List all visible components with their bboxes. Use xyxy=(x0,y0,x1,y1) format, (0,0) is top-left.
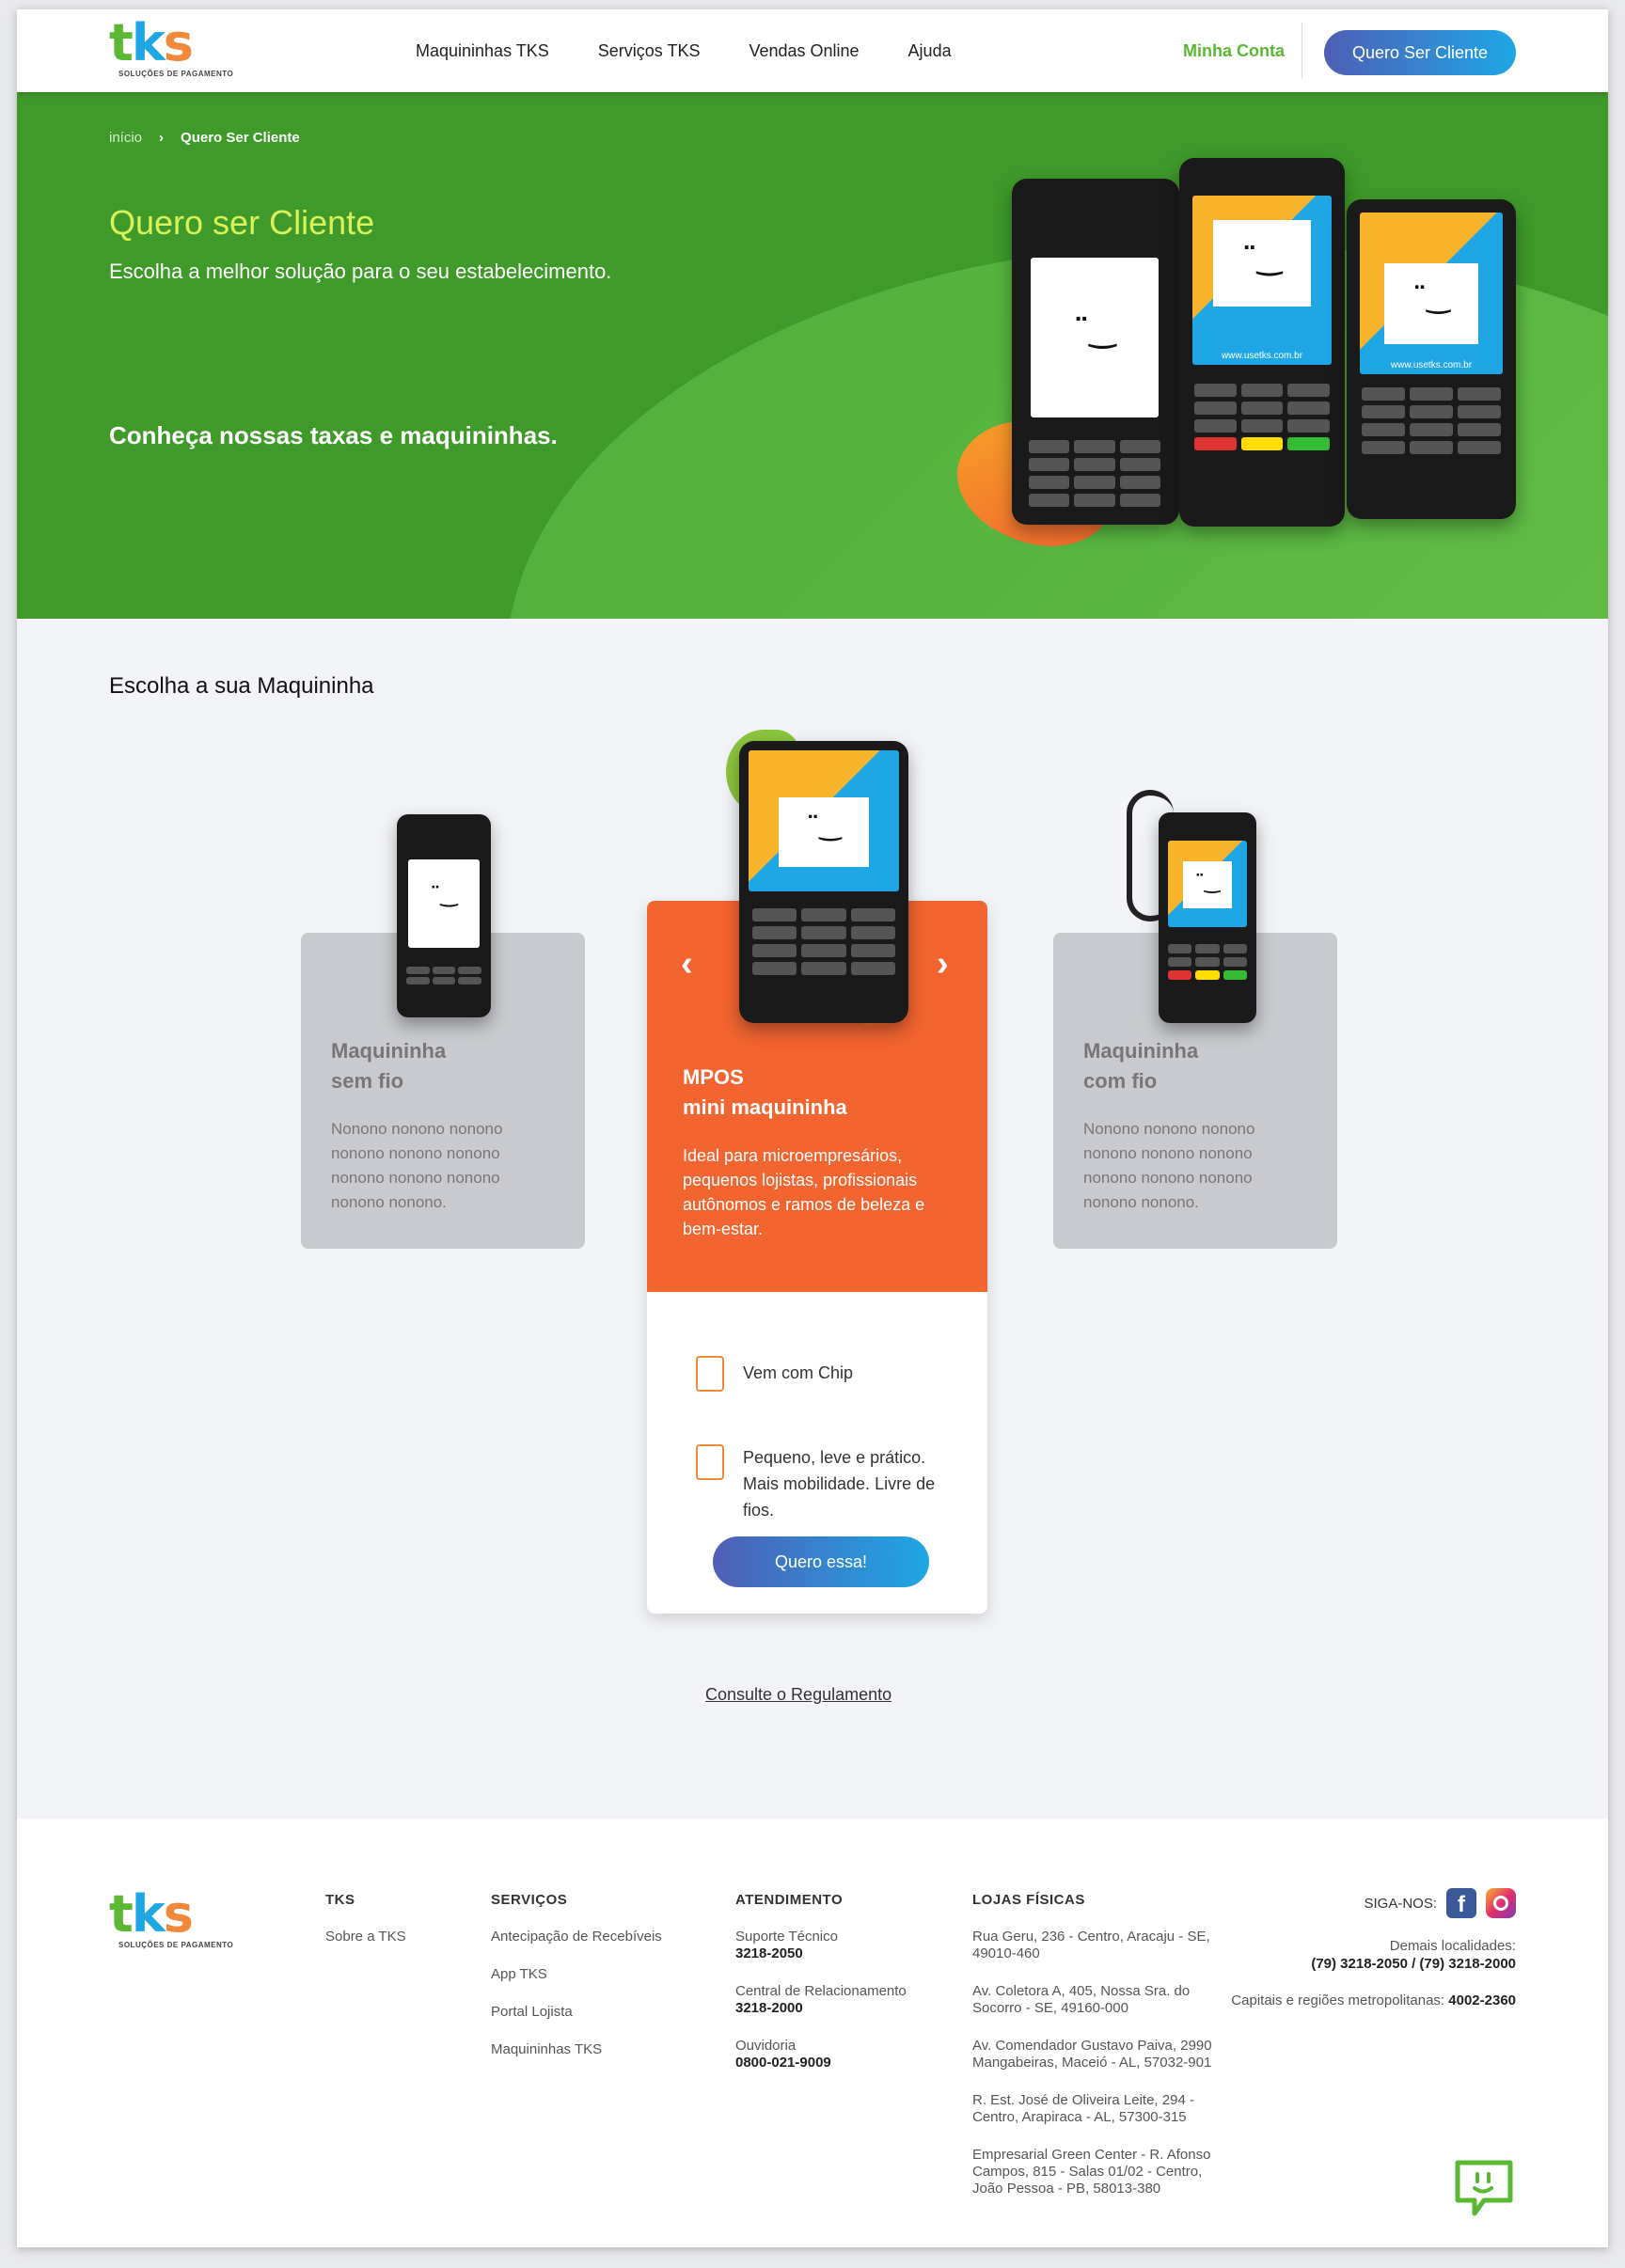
feature-chip: Vem com Chip xyxy=(696,1356,955,1392)
chevron-left-icon[interactable]: ‹ xyxy=(681,944,693,984)
mpos-device-image: ¨‿ xyxy=(739,741,908,1023)
pos-sem-fio-image: ¨‿ xyxy=(397,814,491,1017)
chat-icon[interactable] xyxy=(1452,2157,1516,2221)
footer-col-servicos: SERVIÇOS Antecipação de Recebíveis App T… xyxy=(491,1892,662,2058)
store-address: Empresarial Green Center - R. Afonso Cam… xyxy=(972,2147,1211,2197)
device-url: www.usetks.com.br xyxy=(1390,360,1473,370)
pos-device-2-image: ¨‿ www.usetks.com.br xyxy=(1179,158,1345,527)
card-description: Nonono nonono nonono nonono nonono nonon… xyxy=(1083,1120,1255,1211)
card-description: Ideal para microempresários, pequenos lo… xyxy=(683,1146,925,1238)
card-title: MPOS mini maquininha xyxy=(683,1065,847,1119)
minha-conta-link[interactable]: Minha Conta xyxy=(1183,41,1285,61)
phone-contacts: Demais localidades: (79) 3218-2050 / (79)… xyxy=(1231,1938,1516,2008)
pos-screen: ¨‿ www.usetks.com.br xyxy=(1360,213,1503,374)
sim-chip-icon xyxy=(696,1356,724,1392)
regulamento-link[interactable]: Consulte o Regulamento xyxy=(705,1685,891,1705)
hero-banner: início › Quero Ser Cliente Quero ser Cli… xyxy=(17,92,1608,619)
chevron-right-icon: › xyxy=(159,130,165,146)
logo-subtitle: SOLUÇÕES DE PAGAMENTO xyxy=(118,70,234,78)
contact-item: Ouvidoria 0800-021-9009 xyxy=(735,2038,831,2071)
section-title: Escolha a sua Maquininha xyxy=(109,673,374,699)
pos-device-3-image: ¨‿ www.usetks.com.br xyxy=(1347,199,1516,519)
hero-lead: Escolha a melhor solução para o seu esta… xyxy=(109,260,612,283)
store-address: Av. Comendador Gustavo Paiva, 2990 Manga… xyxy=(972,2038,1212,2071)
footer-link[interactable]: App TKS xyxy=(491,1966,662,1983)
footer-link[interactable]: Maquininhas TKS xyxy=(491,2041,662,2058)
footer-link[interactable]: Antecipação de Recebíveis xyxy=(491,1929,662,1945)
pos-screen: ¨‿ xyxy=(1031,258,1159,417)
breadcrumb: início › Quero Ser Cliente xyxy=(109,130,300,146)
quero-essa-button[interactable]: Quero essa! xyxy=(713,1536,929,1587)
pos-com-fio-image: ¨‿ xyxy=(1159,812,1256,1023)
card-description: Nonono nonono nonono nonono nonono nonon… xyxy=(331,1120,503,1211)
page-title: Quero ser Cliente xyxy=(109,203,375,242)
device-url: www.usetks.com.br xyxy=(1221,351,1303,361)
quero-ser-cliente-button[interactable]: Quero Ser Cliente xyxy=(1324,30,1516,75)
store-address: Rua Geru, 236 - Centro, Aracaju - SE, 49… xyxy=(972,1929,1210,1961)
card-title: Maquininha com fio xyxy=(1083,1039,1199,1093)
feature-portable: Pequeno, leve e prático. Mais mobilidade… xyxy=(696,1444,955,1523)
pos-terminal-icon xyxy=(696,1444,724,1480)
maquininha-section: Escolha a sua Maquininha Maquininha sem … xyxy=(17,619,1608,1819)
pos-keypad xyxy=(1194,384,1330,450)
site-header: tks SOLUÇÕES DE PAGAMENTO Maquininhas TK… xyxy=(17,9,1608,92)
footer-col-lojas: LOJAS FÍSICAS Rua Geru, 236 - Centro, Ar… xyxy=(972,1892,1226,2218)
pos-keypad xyxy=(1029,440,1160,507)
nav-maquininhas[interactable]: Maquininhas TKS xyxy=(416,41,549,61)
social-label: SIGA-NOS: xyxy=(1364,1895,1437,1912)
nav-ajuda[interactable]: Ajuda xyxy=(908,41,952,61)
contact-item: Suporte Técnico 3218-2050 xyxy=(735,1929,838,1961)
nav-vendas-online[interactable]: Vendas Online xyxy=(749,41,859,61)
card-title: Maquininha sem fio xyxy=(331,1039,447,1093)
site-footer: tks SOLUÇÕES DE PAGAMENTO TKS Sobre a TK… xyxy=(17,1819,1608,2247)
facebook-icon[interactable]: f xyxy=(1446,1888,1476,1918)
logo-subtitle: SOLUÇÕES DE PAGAMENTO xyxy=(118,1941,234,1949)
footer-tks-logo[interactable]: tks SOLUÇÕES DE PAGAMENTO xyxy=(109,1888,250,1960)
breadcrumb-home[interactable]: início xyxy=(109,130,142,146)
main-nav: Maquininhas TKS Serviços TKS Vendas Onli… xyxy=(416,41,952,61)
breadcrumb-current: Quero Ser Cliente xyxy=(181,130,300,146)
hero-cta-text: Conheça nossas taxas e maquininhas. xyxy=(109,421,558,449)
pos-keypad xyxy=(1362,387,1501,454)
pos-device-1-image: ¨‿ xyxy=(1012,179,1179,525)
footer-link[interactable]: Portal Lojista xyxy=(491,2004,662,2021)
store-address: R. Est. José de Oliveira Leite, 294 - Ce… xyxy=(972,2092,1194,2125)
social-links: SIGA-NOS: f xyxy=(1364,1888,1516,1918)
instagram-icon[interactable] xyxy=(1486,1888,1516,1918)
footer-col-atendimento: ATENDIMENTO Suporte Técnico 3218-2050 Cen… xyxy=(735,1892,907,2071)
page: tks SOLUÇÕES DE PAGAMENTO Maquininhas TK… xyxy=(17,9,1608,2247)
logo-wordmark: tks xyxy=(109,1884,194,1944)
tks-logo[interactable]: tks SOLUÇÕES DE PAGAMENTO xyxy=(109,17,250,88)
footer-link[interactable]: Sobre a TKS xyxy=(325,1929,406,1945)
chevron-right-icon[interactable]: › xyxy=(937,944,949,984)
footer-col-tks: TKS Sobre a TKS xyxy=(325,1892,406,1945)
contact-item: Central de Relacionamento 3218-2000 xyxy=(735,1983,907,2016)
store-address: Av. Coletora A, 405, Nossa Sra. do Socor… xyxy=(972,1983,1191,2016)
nav-servicos[interactable]: Serviços TKS xyxy=(598,41,701,61)
logo-wordmark: tks xyxy=(109,13,194,72)
pos-screen: ¨‿ www.usetks.com.br xyxy=(1192,196,1332,365)
